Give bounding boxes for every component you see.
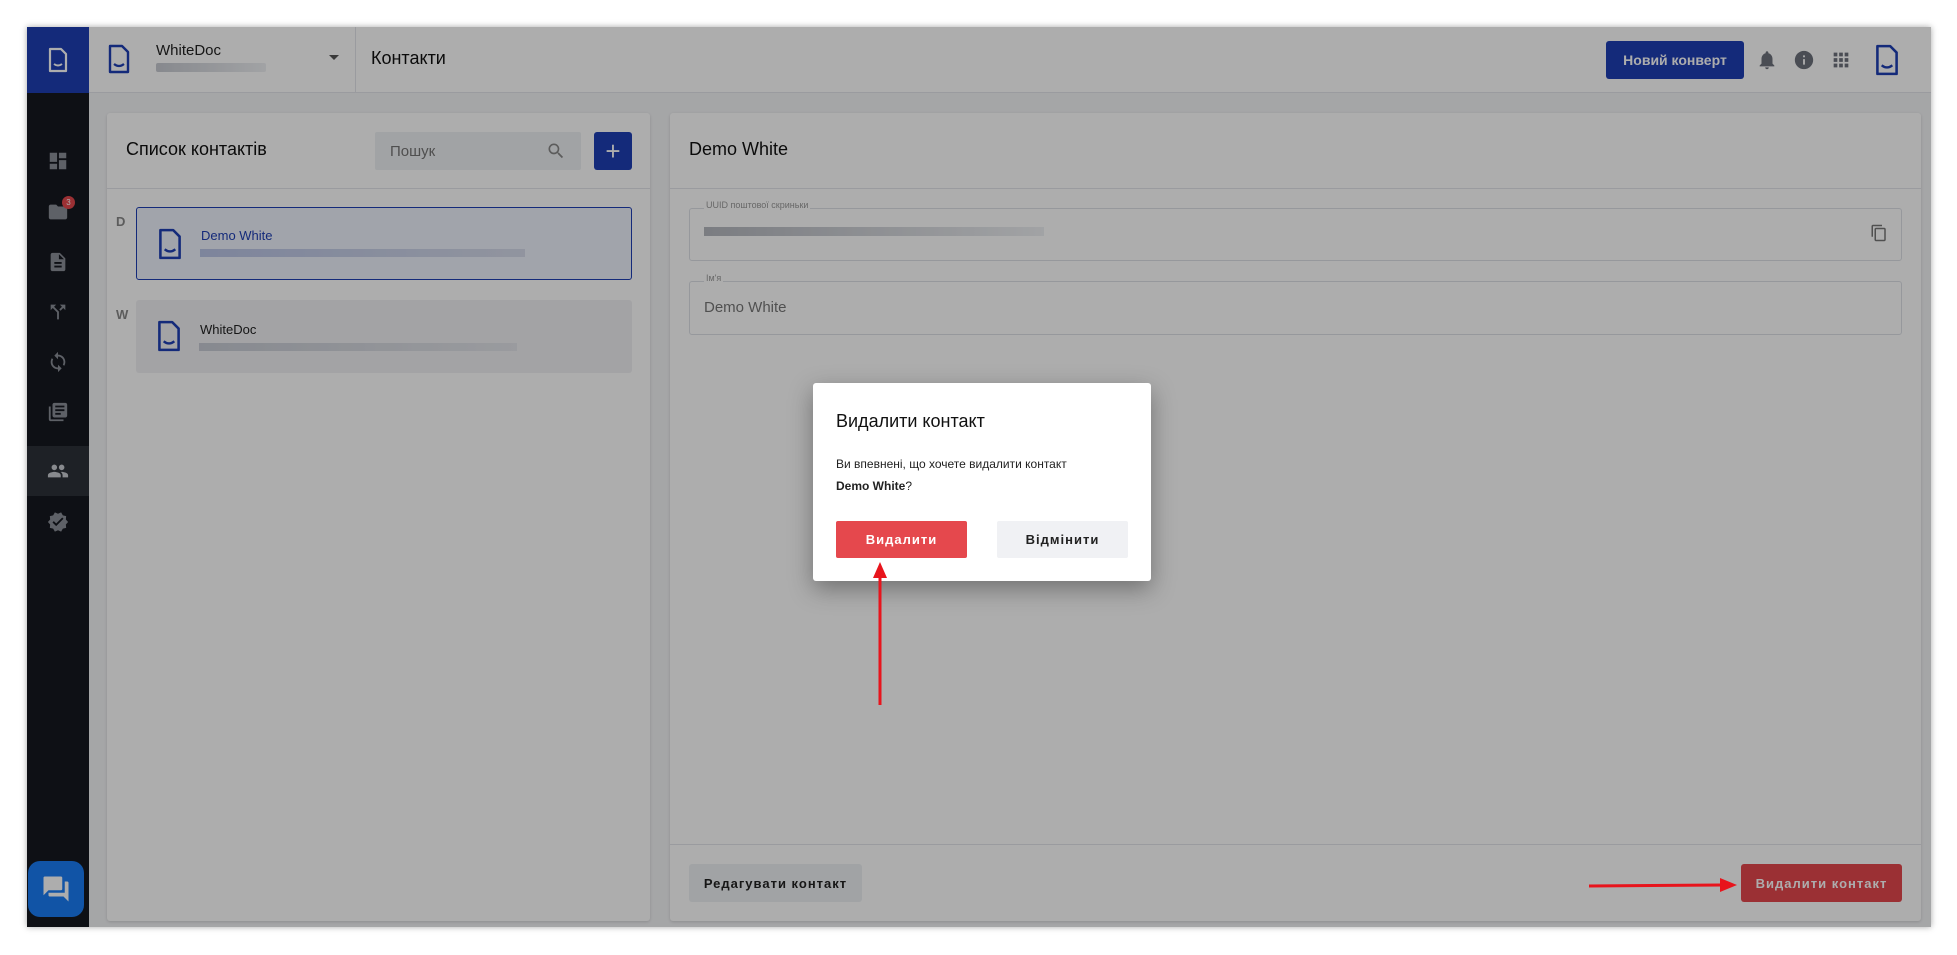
dialog-message: Ви впевнені, що хочете видалити контакт … — [836, 453, 1136, 497]
delete-contact-dialog: Видалити контакт Ви впевнені, що хочете … — [813, 383, 1151, 581]
annotation-arrow-up-icon — [873, 562, 887, 705]
annotation-arrow-right-icon — [1588, 878, 1737, 892]
dialog-message-suffix: ? — [905, 479, 913, 493]
dialog-contact-name: Demo White — [836, 479, 906, 493]
dialog-title: Видалити контакт — [836, 411, 985, 431]
confirm-delete-button[interactable]: Видалити — [836, 521, 967, 558]
cancel-button[interactable]: Відмінити — [997, 521, 1128, 558]
dialog-message-prefix: Ви впевнені, що хочете видалити контакт — [836, 457, 1067, 471]
app-window: 3 WhiteDoc Контакти Новий конверт Список… — [27, 27, 1931, 927]
